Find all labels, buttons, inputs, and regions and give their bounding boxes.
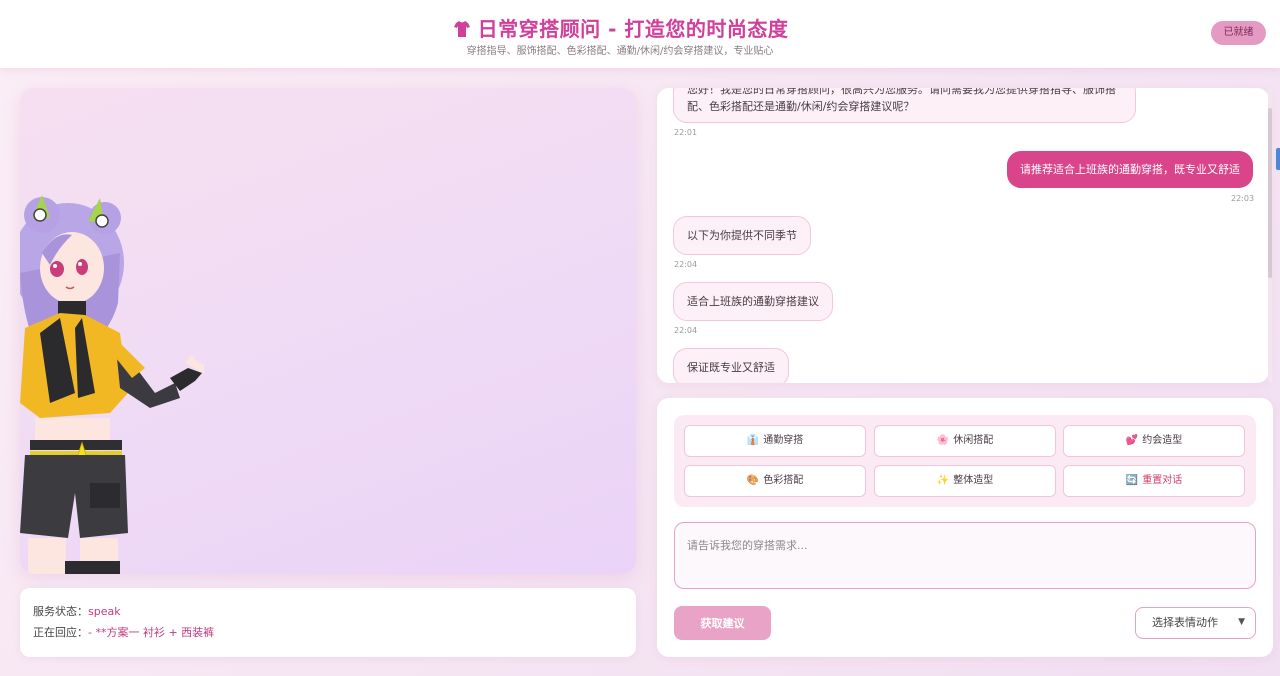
chat-message-text-line: 配、色彩搭配还是通勤/休闲/约会穿搭建议呢？ [687, 100, 915, 113]
quick-button-label: 约会造型 [1142, 435, 1183, 446]
avatar-panel [20, 88, 636, 574]
chat-timestamp: 22:01 [674, 128, 698, 137]
service-status-row: 服务状态：speak [33, 603, 121, 619]
service-status-value: speak [88, 605, 121, 618]
quick-button-color[interactable]: 🎨 色彩搭配 [684, 465, 866, 497]
quick-button-label: 通勤穿搭 [763, 435, 804, 446]
refresh-icon: 🔄 [1125, 475, 1139, 486]
status-badge: 已就绪 [1211, 21, 1266, 45]
message-input[interactable] [674, 522, 1256, 589]
chat-history-panel[interactable]: 您好！我是您的日常穿搭顾问，很高兴为您服务。请问需要我为您提供穿搭指导、服饰搭 … [657, 88, 1269, 383]
chat-message-bot: 保证既专业又舒适 [673, 348, 789, 383]
quick-button-label: 重置对话 [1142, 475, 1183, 486]
chat-timestamp: 22:03 [1231, 194, 1255, 203]
expression-select-value: 选择表情动作 [1152, 616, 1218, 629]
service-status-label: 服务状态： [33, 605, 88, 618]
flower-icon: 🌸 [936, 435, 950, 446]
hearts-icon: 💕 [1125, 435, 1139, 446]
service-info-card: 服务状态：speak 正在回应：- **方案一 衬衫 + 西装裤 [20, 588, 636, 657]
chat-message-bot: 以下为你提供不同季节 [673, 216, 811, 255]
side-edge-tab[interactable] [1276, 148, 1280, 170]
quick-button-label: 休闲搭配 [953, 435, 994, 446]
quick-button-casual[interactable]: 🌸 休闲搭配 [874, 425, 1056, 457]
quick-button-label: 色彩搭配 [763, 475, 804, 486]
chat-message-bot: 您好！我是您的日常穿搭顾问，很高兴为您服务。请问需要我为您提供穿搭指导、服饰搭 … [673, 88, 1136, 123]
quick-button-commute[interactable]: 👔 通勤穿搭 [684, 425, 866, 457]
necktie-icon: 👔 [746, 435, 760, 446]
chat-timestamp: 22:04 [674, 260, 698, 269]
page-title: 日常穿搭顾问 - 打造您的时尚态度 [0, 13, 1240, 42]
shirt-icon [453, 21, 470, 37]
chat-message-text-line: 您好！我是您的日常穿搭顾问，很高兴为您服务。请问需要我为您提供穿搭指导、服饰搭 [687, 88, 1116, 96]
quick-button-date[interactable]: 💕 约会造型 [1063, 425, 1245, 457]
quick-button-label: 整体造型 [953, 475, 994, 486]
current-reply-label: 正在回应： [33, 626, 88, 639]
current-reply-row: 正在回应：- **方案一 衬衫 + 西装裤 [33, 624, 214, 640]
sparkles-icon: ✨ [936, 475, 950, 486]
page-title-text: 日常穿搭顾问 - 打造您的时尚态度 [477, 17, 789, 41]
chat-message-user: 请推荐适合上班族的通勤穿搭，既专业又舒适 [1007, 151, 1253, 188]
quick-button-reset[interactable]: 🔄 重置对话 [1063, 465, 1245, 497]
expression-select[interactable]: 选择表情动作 ▼ [1135, 607, 1256, 639]
get-advice-button[interactable]: 获取建议 [674, 606, 771, 640]
chat-scrollbar-thumb[interactable] [1268, 108, 1272, 278]
palette-icon: 🎨 [746, 475, 760, 486]
current-reply-value: - **方案一 衬衫 + 西装裤 [88, 626, 215, 639]
page-subtitle: 穿搭指导、服饰搭配、色彩搭配、通勤/休闲/约会穿搭建议，专业贴心 [466, 46, 774, 57]
chat-message-bot: 适合上班族的通勤穿搭建议 [673, 282, 833, 321]
header-bar: 日常穿搭顾问 - 打造您的时尚态度 穿搭指导、服饰搭配、色彩搭配、通勤/休闲/约… [0, 0, 1280, 68]
avatar-character-image [20, 195, 204, 574]
chevron-down-icon: ▼ [1238, 617, 1245, 627]
quick-button-overall[interactable]: ✨ 整体造型 [874, 465, 1056, 497]
chat-timestamp: 22:04 [674, 326, 698, 335]
